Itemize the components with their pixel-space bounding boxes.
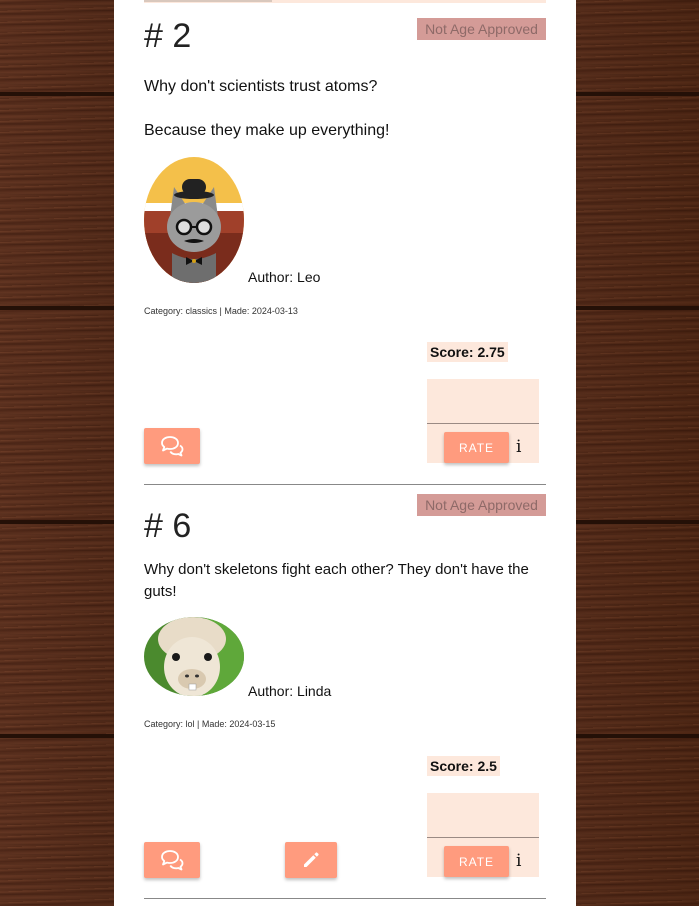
joke-card: # 6 Not Age Approved Why don't skeletons…	[144, 0, 546, 906]
joke-meta: Category: lol | Made: 2024-03-15	[144, 719, 276, 729]
age-status-badge: Not Age Approved	[417, 494, 546, 516]
pencil-icon	[304, 852, 319, 867]
card-divider	[144, 898, 546, 899]
rating-panel: RATE i	[427, 793, 539, 877]
joke-number: # 6	[144, 507, 192, 545]
comments-icon	[161, 850, 184, 871]
score-label: Score: 2.5	[427, 756, 500, 776]
info-icon[interactable]: i	[516, 851, 521, 871]
joke-text: Why don't skeletons fight each other? Th…	[144, 561, 529, 600]
rating-divider	[427, 837, 539, 838]
comments-button[interactable]	[144, 842, 200, 878]
joke-list: # 2 Not Age Approved Why don't scientist…	[114, 0, 576, 906]
joke-author: Author: Linda	[248, 683, 332, 699]
rate-button[interactable]: RATE	[444, 846, 509, 877]
alpaca-avatar-icon	[144, 617, 244, 696]
edit-button[interactable]	[285, 842, 337, 878]
